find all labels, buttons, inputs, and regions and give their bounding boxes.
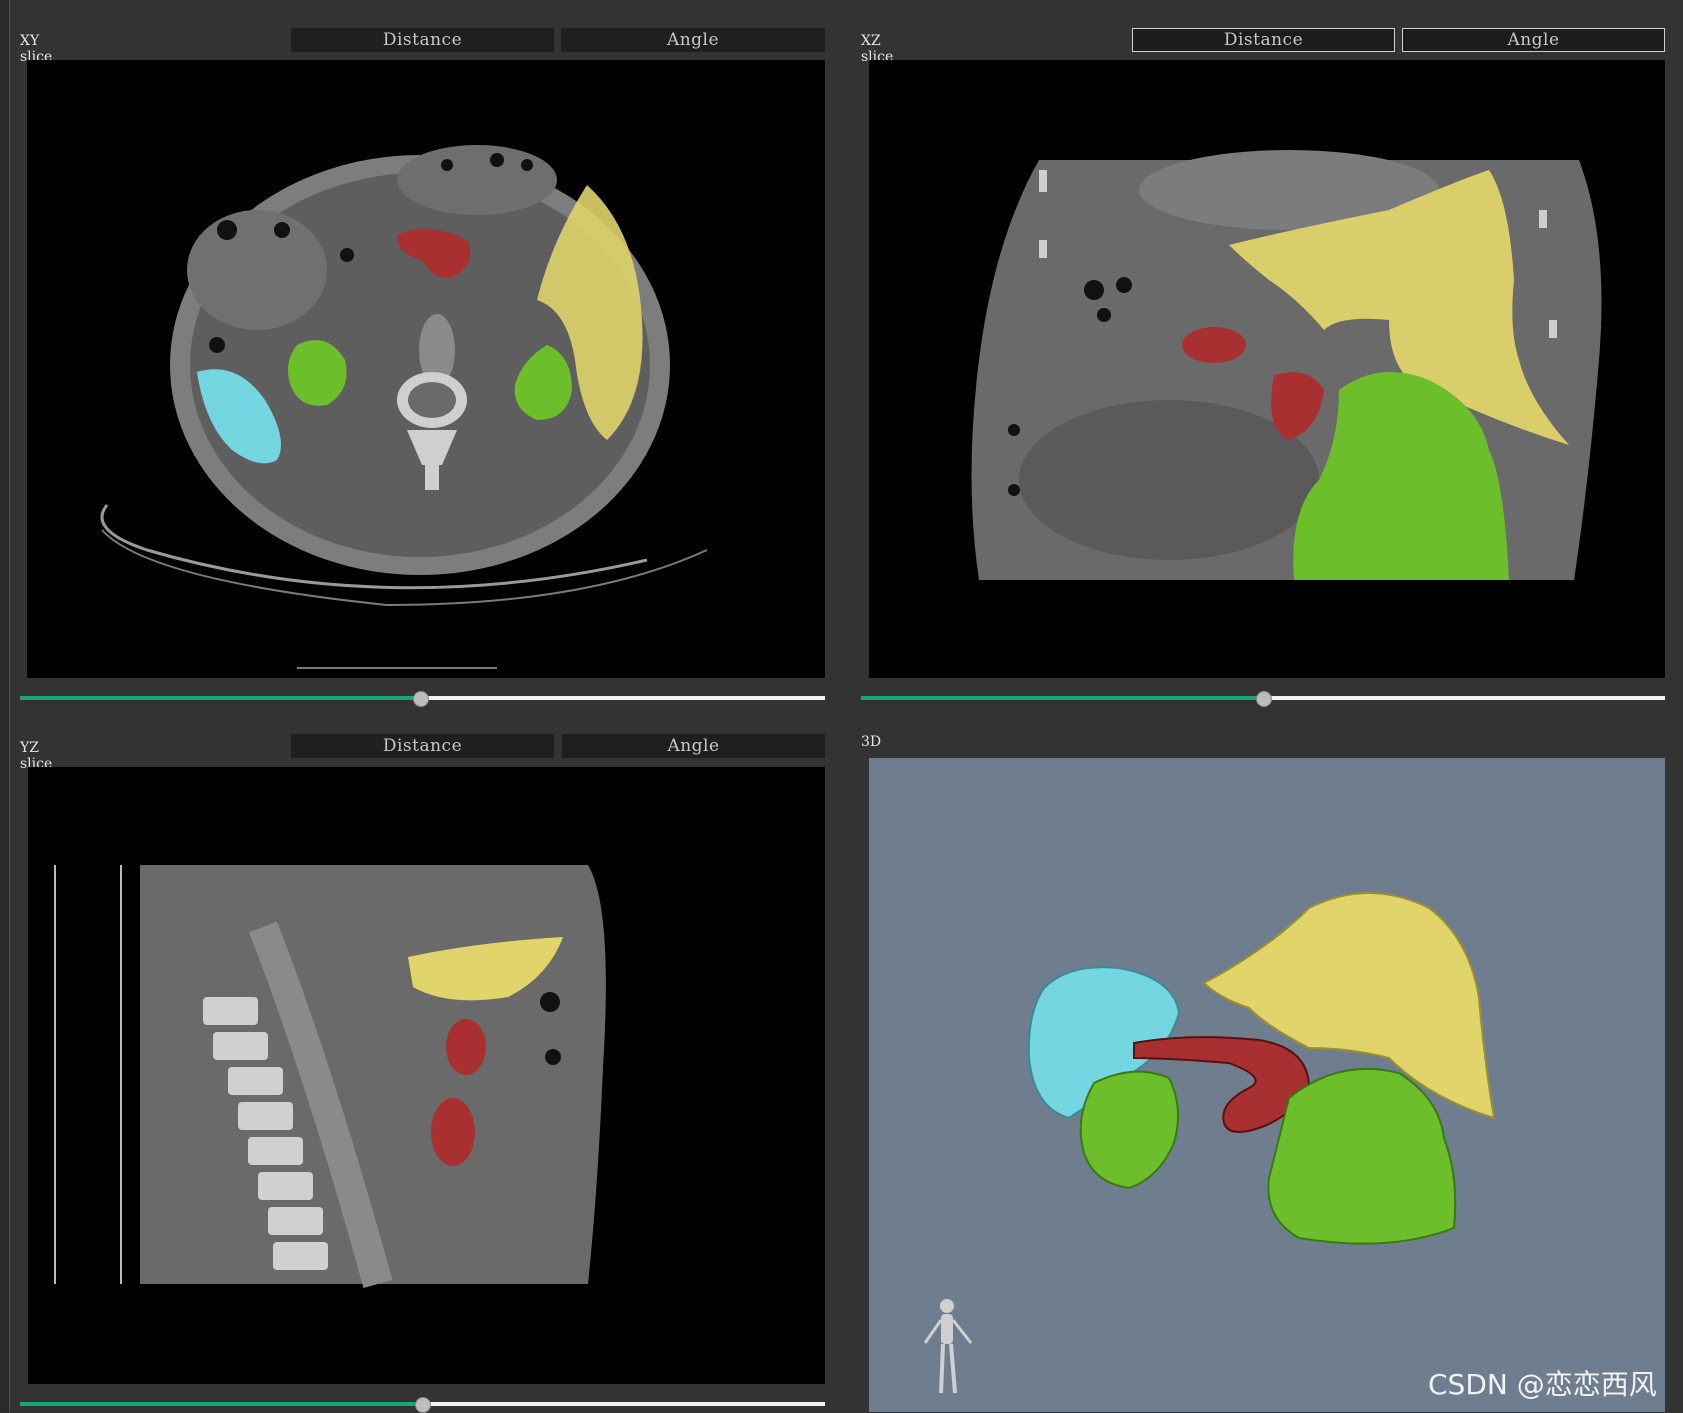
xy-slider-knob[interactable] [413,691,429,707]
xy-slice-view[interactable] [27,60,825,678]
yz-slider-fill [20,1402,422,1406]
yz-slice-view[interactable] [28,767,825,1384]
xy-angle-button[interactable]: Angle [561,28,825,52]
xz-slice-slider[interactable] [861,690,1665,707]
csdn-watermark: CSDN @恋恋西风 [1428,1368,1657,1401]
xz-vessel-seg-1 [1182,327,1246,363]
left-edge-bar [0,0,10,1412]
yz-vessel-seg-2 [431,1098,475,1166]
xy-gas [217,220,237,240]
yz-vessel-seg-1 [446,1019,486,1075]
xz-slider-fill [861,696,1263,700]
yz-angle-button[interactable]: Angle [562,734,825,758]
yz-slice-slider[interactable] [20,1396,825,1413]
xz-slider-knob[interactable] [1256,691,1272,707]
3d-view[interactable] [869,758,1665,1412]
xz-distance-button[interactable]: Distance [1132,28,1395,52]
xz-rib [1039,170,1047,192]
xz-slice-view[interactable] [869,60,1665,678]
xy-bowel-2 [397,145,557,215]
3d-label: 3D [861,734,882,750]
xy-distance-button[interactable]: Distance [291,28,554,52]
yz-distance-button[interactable]: Distance [291,734,554,758]
3d-kidney-left [1267,1067,1457,1245]
3d-kidney-right [1079,1070,1179,1190]
orientation-figure-icon [923,1299,973,1394]
xz-angle-button[interactable]: Angle [1402,28,1665,52]
xy-slice-slider[interactable] [20,690,825,707]
xy-slider-fill [20,696,420,700]
xz-bowel [1019,400,1319,560]
yz-slider-knob[interactable] [415,1397,431,1413]
xy-bowel [187,210,327,330]
